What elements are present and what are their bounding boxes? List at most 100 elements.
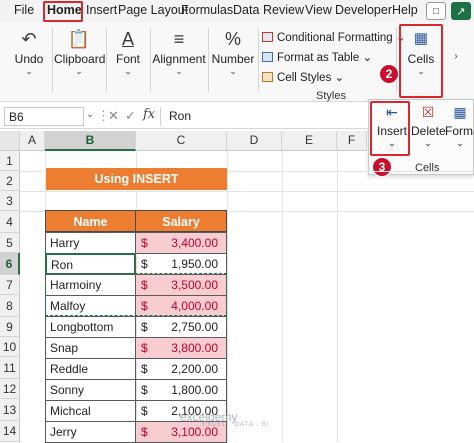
salary-cell[interactable]: $2,200.00 (135, 358, 227, 380)
undo-label: Undo (14, 52, 44, 66)
undo-icon: ↶ (21, 29, 37, 49)
cancel-icon[interactable]: ✕ (108, 108, 119, 124)
font-button[interactable]: A Font ⌄ (108, 22, 148, 100)
row-header-10[interactable]: 10 (0, 337, 20, 357)
undo-button[interactable]: ↶ Undo ⌄ (8, 22, 50, 100)
formula-input[interactable]: Ron (160, 107, 366, 126)
currency-symbol: $ (141, 299, 148, 313)
step-badge-3: 3 (372, 157, 392, 177)
cell-styles-icon (262, 72, 273, 82)
row-header-3[interactable]: 3 (0, 191, 20, 211)
header-salary[interactable]: Salary (135, 210, 227, 232)
cells-button[interactable]: ▦ Cells ⌄ (402, 22, 440, 100)
row-header-4[interactable]: 4 (0, 211, 20, 233)
confirm-icon[interactable]: ✓ (125, 108, 136, 124)
salary-cell[interactable]: $4,000.00 (135, 295, 227, 317)
salary-cell[interactable]: $3,500.00 (135, 274, 227, 296)
styles-group-caption: Styles (316, 90, 346, 102)
cells-group-caption: Cells (415, 162, 440, 174)
sheet-title[interactable]: Using INSERT (46, 168, 227, 190)
salary-value: 1,800.00 (171, 383, 218, 397)
chevron-down-icon: ⌄ (25, 66, 33, 76)
column-header-e[interactable]: E (282, 131, 337, 151)
column-header-f[interactable]: F (337, 131, 367, 151)
format-cells-icon: ▦ (453, 104, 467, 120)
font-icon: A (121, 29, 134, 49)
column-header-b[interactable]: B (45, 131, 136, 151)
tab-insert[interactable]: Insert (86, 3, 117, 21)
row-header-1[interactable]: 1 (0, 151, 20, 171)
select-all-corner[interactable] (0, 131, 20, 151)
chevron-down-icon: ⌄ (456, 138, 464, 148)
currency-symbol: $ (141, 404, 148, 418)
format-button[interactable]: ▦ Format ⌄ (445, 104, 474, 149)
fx-icon[interactable]: fx (143, 107, 155, 122)
row-header-13[interactable]: 13 (0, 399, 20, 421)
conditional-formatting-button[interactable]: Conditional Formatting ⌄ (262, 30, 406, 48)
header-name[interactable]: Name (45, 210, 136, 232)
row-header-9[interactable]: 9 (0, 317, 20, 337)
insert-cells-icon: ⇤ (386, 104, 398, 120)
format-label: Format (445, 124, 474, 138)
tab-review[interactable]: Review (263, 3, 304, 21)
row-header-2[interactable]: 2 (0, 171, 20, 191)
column-header-d[interactable]: D (227, 131, 282, 151)
name-cell[interactable]: Snap (45, 337, 136, 359)
number-button[interactable]: % Number ⌄ (210, 22, 256, 100)
comment-icon[interactable]: □ (426, 2, 446, 20)
currency-symbol: $ (141, 257, 148, 271)
column-header-c[interactable]: C (136, 131, 227, 151)
alignment-label: Alignment (152, 52, 206, 66)
tab-file[interactable]: File (14, 3, 34, 21)
row-header-7[interactable]: 7 (0, 275, 20, 295)
name-box-dropdown-icon[interactable]: ⌄ (86, 109, 94, 120)
delete-label: Delete (411, 124, 446, 138)
format-as-table-button[interactable]: Format as Table ⌄ (262, 50, 372, 68)
tab-developer[interactable]: Developer (335, 3, 392, 21)
name-cell[interactable]: Longbottom (45, 316, 136, 338)
row-header-12[interactable]: 12 (0, 379, 20, 399)
salary-cell[interactable]: $2,750.00 (135, 316, 227, 338)
salary-value: 2,750.00 (171, 320, 218, 334)
name-box[interactable]: B6 (4, 107, 84, 126)
watermark-tagline: EXCEL · DATA · BI (202, 422, 270, 428)
name-cell[interactable]: Ron (45, 253, 136, 275)
tab-page-layout[interactable]: Page Layout (118, 3, 188, 21)
cells-grid-icon: ▦ (413, 30, 429, 47)
name-cell[interactable]: Jerry (45, 421, 136, 443)
ribbon-tab-bar: File Home Insert Page Layout Formulas Da… (0, 0, 474, 22)
salary-cell[interactable]: $3,800.00 (135, 337, 227, 359)
share-icon[interactable]: ↗ (451, 2, 471, 20)
row-header-11[interactable]: 11 (0, 357, 20, 379)
conditional-formatting-label: Conditional Formatting (277, 32, 393, 44)
tab-formulas[interactable]: Formulas (181, 3, 233, 21)
row-header-6[interactable]: 6 (0, 253, 20, 275)
delete-button[interactable]: ☒ Delete ⌄ (411, 104, 446, 149)
name-cell[interactable]: Harry (45, 232, 136, 254)
tab-help[interactable]: Help (392, 3, 418, 21)
cell-styles-label: Cell Styles (277, 72, 332, 84)
ribbon-scroll-right[interactable]: › (446, 22, 466, 100)
formula-bar: B6 ⌄ ⋮ ✕ ✓ fx Ron (0, 103, 368, 129)
ribbon-home: ↶ Undo ⌄ 📋 Clipboard ⌄ A Font ⌄ ≡ Alignm… (0, 22, 474, 102)
name-cell[interactable]: Malfoy (45, 295, 136, 317)
name-cell[interactable]: Harmoiny (45, 274, 136, 296)
clipboard-button[interactable]: 📋 Clipboard ⌄ (54, 22, 105, 100)
salary-value: 2,200.00 (171, 362, 218, 376)
name-cell[interactable]: Sonny (45, 379, 136, 401)
tab-data[interactable]: Data (233, 3, 259, 21)
name-cell[interactable]: Michcal (45, 400, 136, 422)
salary-cell[interactable]: $3,400.00 (135, 232, 227, 254)
insert-button[interactable]: ⇤ Insert ⌄ (373, 104, 411, 149)
row-header-5[interactable]: 5 (0, 233, 20, 253)
alignment-button[interactable]: ≡ Alignment ⌄ (152, 22, 206, 100)
cell-styles-button[interactable]: Cell Styles ⌄ (262, 70, 344, 88)
salary-cell[interactable]: $1,950.00 (135, 253, 227, 275)
column-header-a[interactable]: A (20, 131, 45, 151)
tab-home[interactable]: Home (47, 3, 82, 21)
name-cell[interactable]: Reddle (45, 358, 136, 380)
tab-view[interactable]: View (305, 3, 332, 21)
row-header-8[interactable]: 8 (0, 295, 20, 317)
salary-cell[interactable]: $1,800.00 (135, 379, 227, 401)
row-header-14[interactable]: 14 (0, 421, 20, 442)
